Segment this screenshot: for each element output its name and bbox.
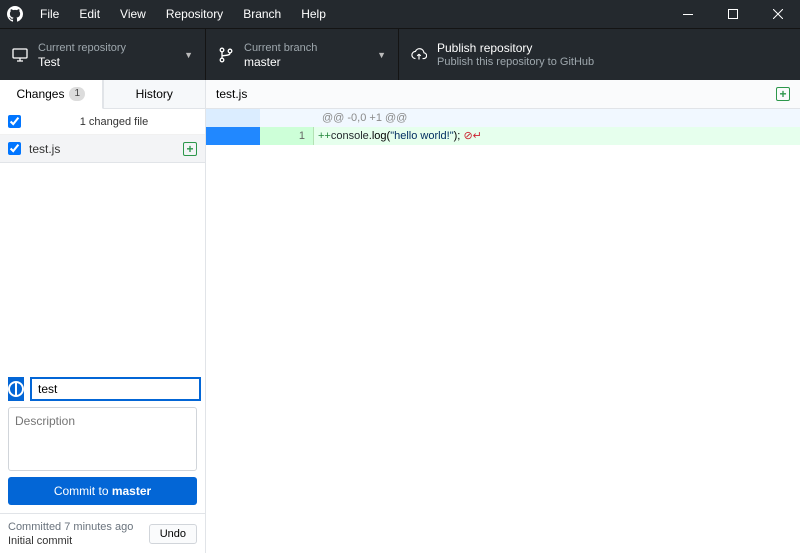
tab-history[interactable]: History [103, 80, 206, 109]
repo-selector[interactable]: Current repositoryTest ▼ [0, 29, 206, 80]
code-token: "hello world!" [390, 130, 453, 142]
added-icon: + [776, 87, 790, 101]
menu-bar: File Edit View Repository Branch Help [30, 7, 336, 21]
tab-changes[interactable]: Changes 1 [0, 80, 103, 109]
last-commit-message: Initial commit [8, 534, 133, 548]
github-logo-icon [0, 6, 30, 22]
menu-repository[interactable]: Repository [156, 7, 233, 21]
changed-files-header: 1 changed file [0, 109, 205, 135]
undo-button[interactable]: Undo [149, 524, 197, 544]
close-button[interactable] [755, 0, 800, 28]
commit-form: Commit to master [0, 369, 205, 513]
repo-name: Test [38, 55, 126, 69]
hunk-text: @@ -0,0 +1 @@ [314, 112, 407, 124]
line-number: 1 [260, 127, 314, 145]
changes-count-badge: 1 [69, 87, 85, 101]
repo-label: Current repository [38, 41, 126, 55]
commit-button[interactable]: Commit to master [8, 477, 197, 505]
maximize-button[interactable] [710, 0, 755, 28]
menu-branch[interactable]: Branch [233, 7, 291, 21]
publish-button[interactable]: Publish repositoryPublish this repositor… [399, 29, 800, 80]
branch-selector[interactable]: Current branchmaster ▼ [206, 29, 399, 80]
commit-description-input[interactable] [8, 407, 197, 471]
code-token: ); [454, 130, 461, 142]
publish-title: Publish repository [437, 41, 594, 55]
diff-view: test.js + @@ -0,0 +1 @@ 1 ++console.log("… [206, 80, 800, 553]
minimize-button[interactable] [665, 0, 710, 28]
branch-label: Current branch [244, 41, 317, 55]
changed-files-summary: 1 changed file [31, 116, 197, 128]
code-token: console [331, 130, 369, 142]
commit-button-prefix: Commit to [54, 484, 112, 498]
menu-edit[interactable]: Edit [69, 7, 110, 21]
diff-header: test.js + [206, 80, 800, 109]
added-icon: + [183, 142, 197, 156]
menu-help[interactable]: Help [291, 7, 336, 21]
changed-file-row[interactable]: test.js + [0, 135, 205, 163]
avatar-icon [8, 377, 24, 401]
desktop-icon [12, 47, 28, 63]
menu-view[interactable]: View [110, 7, 156, 21]
last-commit: Committed 7 minutes ago Initial commit U… [0, 513, 205, 553]
file-checkbox[interactable] [8, 142, 21, 155]
publish-sub: Publish this repository to GitHub [437, 55, 594, 69]
last-commit-time: Committed 7 minutes ago [8, 520, 133, 534]
branch-name: master [244, 55, 317, 69]
tab-changes-label: Changes [16, 87, 64, 101]
select-all-checkbox[interactable] [8, 115, 21, 128]
diff-line-added[interactable]: 1 ++console.log("hello world!"); ⊘↵ [206, 127, 800, 145]
branch-icon [218, 47, 234, 63]
toolbar: Current repositoryTest ▼ Current branchm… [0, 28, 800, 80]
line-prefix: ++ [318, 130, 331, 142]
eol-icon: ⊘↵ [463, 130, 481, 142]
window-controls [665, 0, 800, 28]
code-token: .log( [369, 130, 390, 142]
commit-summary-input[interactable] [30, 377, 201, 401]
diff-hunk-header: @@ -0,0 +1 @@ [206, 109, 800, 127]
chevron-down-icon: ▼ [377, 50, 386, 60]
chevron-down-icon: ▼ [184, 50, 193, 60]
title-bar: File Edit View Repository Branch Help [0, 0, 800, 28]
sidebar: Changes 1 History 1 changed file test.js … [0, 80, 206, 553]
diff-file-name: test.js [216, 87, 776, 101]
commit-button-branch: master [112, 484, 151, 498]
file-name: test.js [29, 142, 175, 156]
menu-file[interactable]: File [30, 7, 69, 21]
cloud-upload-icon [411, 47, 427, 63]
